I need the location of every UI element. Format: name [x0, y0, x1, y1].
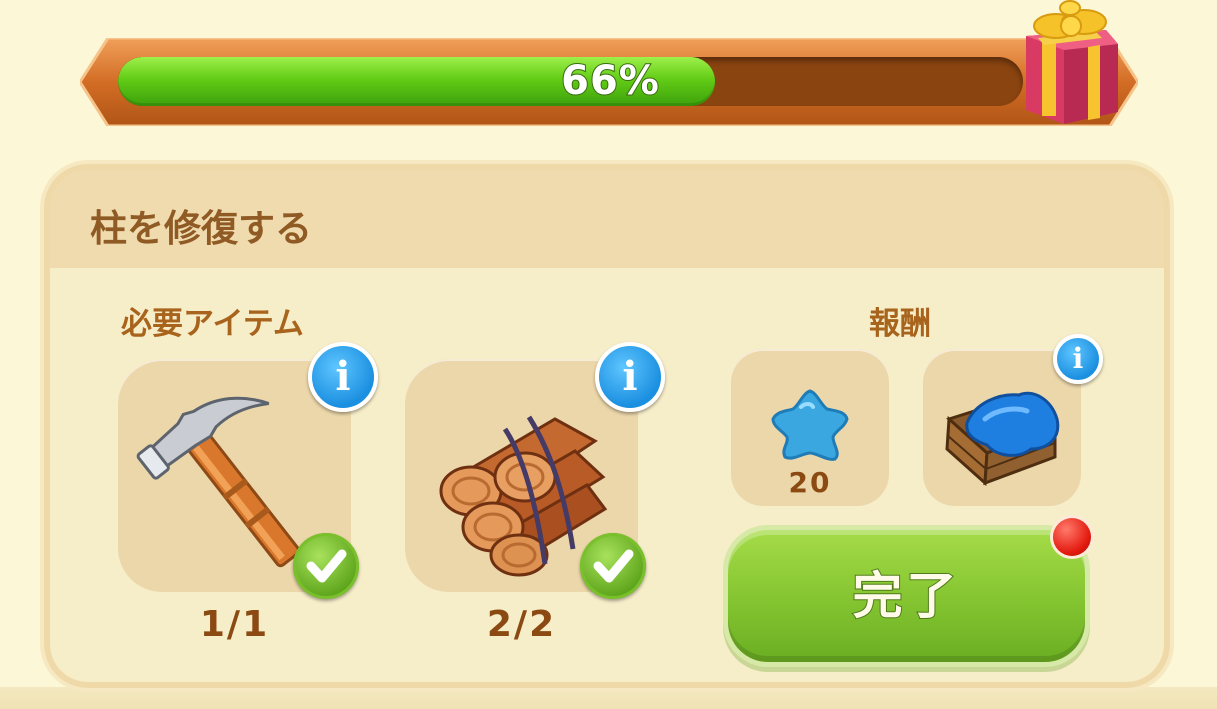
logs-check-icon — [580, 533, 646, 599]
logs-info-icon[interactable]: i — [595, 342, 665, 412]
required-items-heading: 必要アイテム — [121, 306, 304, 342]
hammer-info-icon[interactable]: i — [308, 342, 378, 412]
hammer-check-icon — [293, 533, 359, 599]
complete-button-label: 完了 — [852, 566, 961, 626]
star-reward-count: 20 — [788, 466, 832, 499]
gift-box-icon[interactable] — [1018, 0, 1122, 128]
hammer-count: 1/1 — [199, 604, 270, 645]
task-title: 柱を修復する — [90, 207, 312, 250]
bottom-strip — [0, 687, 1217, 709]
logs-count: 2/2 — [486, 604, 557, 645]
progress-label: 66% — [560, 57, 660, 105]
rewards-heading: 報酬 — [869, 306, 931, 342]
crate-info-icon[interactable]: i — [1053, 334, 1103, 384]
notification-dot — [1053, 518, 1091, 556]
complete-button[interactable]: 完了 — [728, 530, 1085, 662]
